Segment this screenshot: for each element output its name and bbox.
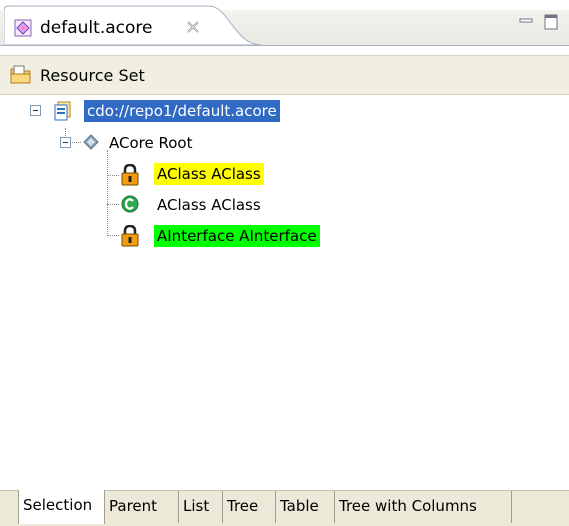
tree-connector: [107, 204, 119, 205]
resource-set-label: Resource Set: [40, 66, 145, 85]
editor-tab-strip: default.acore: [0, 0, 569, 46]
editor-tab-title: default.acore: [40, 18, 153, 38]
editor-tab-default-acore[interactable]: default.acore: [4, 5, 264, 45]
resource-set-icon: [10, 65, 32, 85]
resource-tree[interactable]: cdo://repo1/default.acore ACore Root ACl…: [0, 94, 569, 490]
tree-connector: [107, 150, 108, 236]
minimize-icon[interactable]: [519, 14, 533, 26]
tree-connector: [107, 175, 119, 176]
cdo-resource-icon: [54, 101, 72, 125]
lock-icon: [121, 224, 139, 251]
class-c-icon: [121, 195, 139, 217]
tab-parent[interactable]: Parent: [105, 491, 179, 523]
collapse-toggle[interactable]: [30, 105, 41, 116]
tab-selection[interactable]: Selection: [18, 490, 105, 524]
bottom-tab-bar: Selection Parent List Tree Table Tree wi…: [0, 490, 569, 526]
tab-tree-with-columns[interactable]: Tree with Columns: [335, 491, 512, 523]
lock-icon: [121, 163, 139, 190]
tree-connector: [107, 235, 119, 236]
close-icon[interactable]: [186, 20, 200, 34]
aclass-label[interactable]: AClass AClass: [154, 163, 264, 185]
acore-file-icon: [14, 19, 32, 37]
tree-connector: [70, 142, 81, 143]
resource-set-header: Resource Set: [0, 55, 569, 95]
acore-root-icon: [83, 134, 99, 154]
maximize-icon[interactable]: [544, 14, 558, 30]
acore-root-label[interactable]: ACore Root: [106, 132, 195, 154]
tab-tree[interactable]: Tree: [223, 491, 276, 523]
tab-table[interactable]: Table: [276, 491, 335, 523]
ainterface-label[interactable]: AInterface AInterface: [154, 225, 320, 247]
collapse-toggle[interactable]: [60, 137, 71, 148]
resource-label[interactable]: cdo://repo1/default.acore: [84, 100, 280, 122]
aclass-label[interactable]: AClass AClass: [154, 194, 264, 216]
tab-list[interactable]: List: [179, 491, 223, 523]
